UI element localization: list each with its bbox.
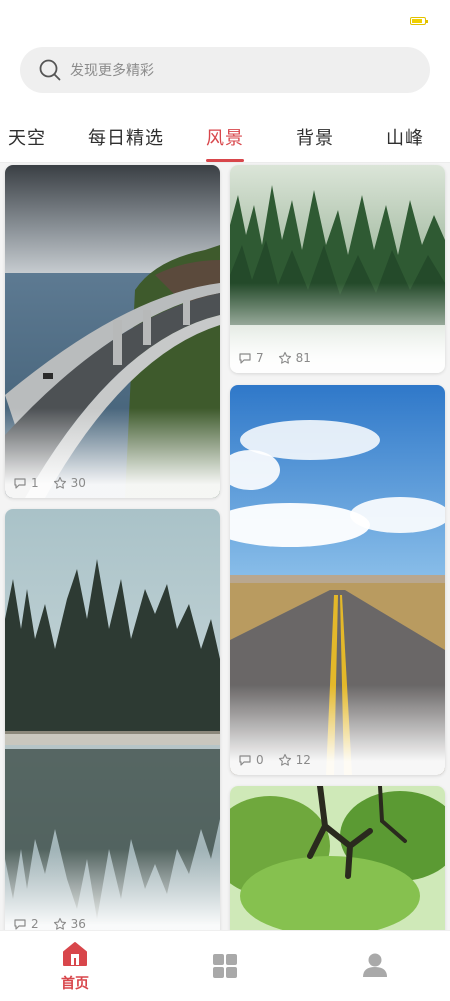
profile-icon xyxy=(363,953,387,977)
nav-home[interactable]: 首页 xyxy=(0,931,150,1001)
card-stats: 1 30 xyxy=(13,476,100,490)
nav-profile[interactable] xyxy=(300,931,450,1001)
card-stats: 0 12 xyxy=(238,753,325,767)
comment-icon[interactable] xyxy=(238,351,252,365)
grid-icon xyxy=(213,954,237,978)
favorite-count: 81 xyxy=(295,351,311,365)
comment-icon[interactable] xyxy=(13,476,27,490)
comment-count: 7 xyxy=(256,351,264,365)
wallpaper-card[interactable]: 0 12 xyxy=(230,385,445,775)
favorite-count: 30 xyxy=(70,476,86,490)
favorite-count: 36 xyxy=(70,917,86,930)
tab-scenery[interactable]: 风景 xyxy=(206,124,244,150)
tab-background[interactable]: 背景 xyxy=(296,124,334,150)
wallpaper-card[interactable]: 7 81 xyxy=(230,165,445,373)
card-stats: 2 36 xyxy=(13,917,100,930)
search-placeholder: 发现更多精彩 xyxy=(70,63,154,79)
wallpaper-card[interactable] xyxy=(230,786,445,930)
nav-categories[interactable] xyxy=(150,931,300,1001)
comment-count: 2 xyxy=(31,917,39,930)
tab-indicator xyxy=(206,159,244,162)
comment-icon[interactable] xyxy=(13,917,27,930)
tab-sky[interactable]: 天空 xyxy=(8,124,46,150)
star-icon[interactable] xyxy=(53,917,67,930)
wallpaper-feed[interactable]: 1 30 7 81 2 36 0 12 xyxy=(0,163,450,930)
star-icon[interactable] xyxy=(278,753,292,767)
search-icon xyxy=(39,59,61,81)
star-icon[interactable] xyxy=(278,351,292,365)
favorite-count: 12 xyxy=(295,753,311,767)
home-icon xyxy=(63,942,87,966)
wallpaper-card[interactable]: 1 30 xyxy=(5,165,220,498)
nav-home-label: 首页 xyxy=(61,976,89,992)
search-bar[interactable]: 发现更多精彩 xyxy=(20,47,430,93)
bottom-navigation: 首页 xyxy=(0,930,450,1001)
comment-count: 0 xyxy=(256,753,264,767)
comment-count: 1 xyxy=(31,476,39,490)
category-tabs: 天空 每日精选 风景 背景 山峰 xyxy=(0,112,450,163)
tree-canopy-photo xyxy=(230,786,445,930)
comment-icon[interactable] xyxy=(238,753,252,767)
tab-daily-picks[interactable]: 每日精选 xyxy=(88,124,164,150)
star-icon[interactable] xyxy=(53,476,67,490)
card-stats: 7 81 xyxy=(238,351,325,365)
wallpaper-card[interactable]: 2 36 xyxy=(5,509,220,930)
tab-mountains[interactable]: 山峰 xyxy=(386,124,424,150)
battery-icon xyxy=(410,17,428,25)
